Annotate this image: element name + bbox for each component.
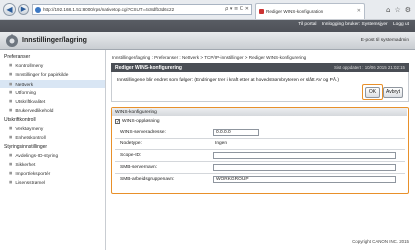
smb-workgroup-label: SMB-arbeidsgruppenavn: — [120, 177, 175, 182]
sidebar-item-nettverk[interactable]: Nettverk — [0, 80, 105, 88]
sidebar-item-kontrollmeny[interactable]: Kontrollmeny — [9, 63, 43, 69]
email-admin-link[interactable]: E-post til systemadmin — [361, 38, 409, 43]
tab-close-icon[interactable]: ✕ — [357, 8, 361, 14]
url-text: http://192.168.1.51:8000/rps/nativetop.c… — [43, 7, 175, 12]
sidebar-item-utskriftkvalitet[interactable]: Utskriftkvalitet — [9, 99, 45, 105]
instructions-text: Innstillingene blir endret som følger: (… — [117, 78, 339, 83]
cancel-button[interactable]: Avbryt — [383, 87, 403, 98]
back-button[interactable]: ◀ — [3, 3, 16, 16]
smb-server-label: SMB-servernavn: — [120, 165, 158, 170]
sidebar-item-sikkerhet[interactable]: Sikkerhet — [9, 162, 35, 168]
login-user-text: Innlogging bruker: Systemsjyer — [321, 22, 388, 27]
browser-toolbar-icons: ⌂ ☆ ⚙ — [382, 6, 411, 14]
sidebar-heading-styring: Styringsinnstillinger — [4, 144, 48, 150]
forward-arrow-icon: ▶ — [20, 5, 27, 13]
address-tools-icons[interactable]: ρ ▾ ≡ C ✕ — [225, 6, 249, 12]
sidebar-heading-utskriftkontroll: Utskriftkontroll — [4, 117, 36, 123]
scope-id-label: Scope-ID: — [120, 153, 142, 158]
sidebar-item-brukervedlikehold[interactable]: Brukervedlikehold — [9, 108, 53, 114]
header-links: Til portal Innlogging bruker: Systemsjye… — [294, 22, 409, 27]
gear-icon[interactable]: ⚙ — [405, 6, 411, 14]
browser-tab[interactable]: Rediger WINS-konfiguration ✕ — [255, 3, 365, 19]
wins-server-label: WINS-serveradresse: — [120, 130, 166, 135]
page-title: Innstillinger/lagring — [22, 37, 87, 44]
sidebar-item-lisens[interactable]: Lisensstrømel — [9, 180, 45, 186]
back-arrow-icon: ◀ — [6, 5, 13, 14]
tab-title: Rediger WINS-konfiguration — [266, 9, 324, 14]
dialog-title: Rediger WINS-konfigurering — [115, 65, 182, 71]
wins-resolution-label: WINS-oppløsning — [122, 119, 160, 124]
browser-chrome: ◀ ▶ http://192.168.1.51:8000/rps/nativet… — [0, 0, 415, 20]
favicon-icon — [259, 9, 264, 14]
scope-id-input[interactable] — [213, 152, 396, 159]
star-icon[interactable]: ☆ — [394, 6, 400, 14]
divider — [115, 173, 405, 174]
sidebar-item-avdelings-id[interactable]: Avdelings-ID-styring — [9, 153, 58, 159]
last-updated: Sist oppdatert : 10/06 2015 21:02:15 — [333, 65, 405, 70]
logout-link[interactable]: Logg ut — [393, 22, 409, 27]
breadcrumb: Innstillinger/lagring : Preferanser : Ne… — [112, 55, 307, 60]
sidebar-item-import-eksport[interactable]: Import/eksportér — [9, 171, 50, 177]
home-icon[interactable]: ⌂ — [386, 6, 390, 14]
wins-section-title: WINS-konfigurering — [115, 109, 157, 115]
copyright-text: Copyright CANON INC. 2015 — [352, 239, 409, 244]
ok-button[interactable]: OK — [365, 87, 380, 98]
nodetype-value: Ingen — [215, 141, 228, 146]
divider — [115, 138, 405, 139]
divider — [115, 149, 405, 150]
smb-server-input[interactable] — [213, 164, 396, 171]
sidebar: Preferanser Kontrollmeny Innstillinger f… — [0, 50, 106, 250]
forward-button[interactable]: ▶ — [18, 4, 29, 15]
sidebar-item-papirkilde[interactable]: Innstillinger for papirkilde — [9, 72, 68, 78]
settings-icon — [6, 34, 18, 47]
dialog-title-bar: Rediger WINS-konfigurering Sist oppdater… — [111, 63, 409, 72]
portal-link[interactable]: Til portal — [298, 22, 316, 27]
globe-icon — [35, 7, 41, 13]
wins-section-header: WINS-konfigurering — [112, 108, 407, 116]
address-bar[interactable]: http://192.168.1.51:8000/rps/nativetop.c… — [32, 4, 252, 15]
sidebar-item-enhetskontroll[interactable]: Enhetskontroll — [9, 135, 45, 141]
smb-workgroup-input[interactable]: WORKGROUP — [213, 176, 396, 183]
nodetype-label: Nodetype: — [120, 141, 142, 146]
sidebar-heading-preferanser: Preferanser — [4, 54, 31, 60]
divider — [115, 161, 405, 162]
sidebar-item-verktoymeny[interactable]: Verktøymeny — [9, 126, 43, 132]
wins-resolution-checkbox[interactable]: ✓ — [115, 119, 120, 125]
wins-section: WINS-konfigurering ✓ WINS-oppløsning WIN… — [111, 107, 409, 194]
wins-server-input[interactable]: 0.0.0.0 — [213, 129, 259, 136]
sidebar-item-utforming[interactable]: Utforming — [9, 90, 36, 96]
